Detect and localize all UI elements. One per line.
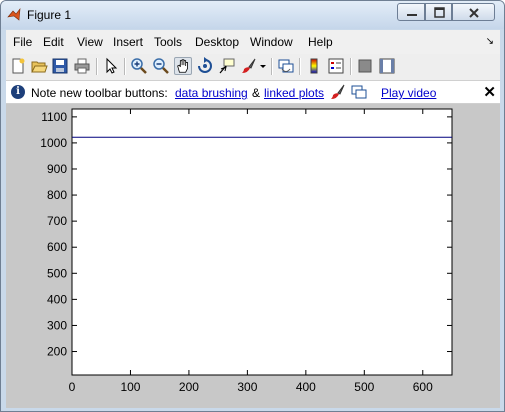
close-icon [469,8,479,18]
insert-colorbar-icon[interactable] [305,57,323,75]
menu-insert[interactable]: Insert [113,35,143,49]
edit-plot-arrow-icon[interactable] [102,57,120,75]
y-tick-label: 1000 [40,136,67,150]
zoom-in-icon[interactable] [130,57,148,75]
window-title: Figure 1 [27,8,72,22]
toolbar-separator [350,58,352,75]
y-tick-label: 1100 [41,110,67,124]
info-note-text: Note new toolbar buttons: [31,86,168,100]
restore-button[interactable] [425,3,452,21]
menu-file[interactable]: File [13,35,32,49]
minimize-icon [407,14,417,16]
hide-plot-tools-icon[interactable] [356,57,374,75]
y-tick-label: 400 [47,292,67,306]
x-tick-label: 100 [120,380,140,394]
toolbar-separator [124,58,126,75]
y-tick-label: 700 [47,214,67,228]
info-brush-icon [331,84,345,99]
show-plot-tools-icon[interactable] [378,57,396,75]
y-tick-label: 200 [47,345,67,359]
toolbar-separator [299,58,301,75]
x-tick-label: 0 [69,380,76,394]
y-tick-label: 600 [47,240,67,254]
info-link-plot-icon [351,85,367,99]
menu-desktop[interactable]: Desktop [195,35,239,49]
brush-icon[interactable] [240,57,258,75]
menu-tools[interactable]: Tools [154,35,182,49]
menu-edit[interactable]: Edit [43,35,64,49]
x-tick-label: 200 [179,380,199,394]
title-bar[interactable]: Figure 1 [1,1,504,29]
data-cursor-icon[interactable] [218,57,236,75]
new-figure-icon[interactable] [9,57,27,75]
axes-background[interactable] [71,108,453,376]
open-file-icon[interactable] [30,57,48,75]
info-icon: i [11,85,25,99]
close-info-bar-button[interactable]: ✕ [483,83,496,101]
y-tick-label: 900 [47,162,67,176]
info-ampersand: & [252,86,261,100]
x-tick-label: 400 [296,380,316,394]
y-tick-label: 500 [47,266,67,280]
save-figure-icon[interactable] [51,57,69,75]
menu-bar: File Edit View Insert Tools Desktop Wind… [6,30,500,55]
toolbar-separator [271,58,273,75]
rotate-3d-icon[interactable] [196,57,214,75]
restore-icon [434,7,445,18]
play-video-link[interactable]: Play video [381,86,436,100]
brush-dropdown-icon[interactable] [258,57,268,75]
figure-toolbar [6,54,500,81]
minimize-button[interactable] [397,3,425,21]
figure-window: Figure 1 File Edit View Insert Tools Des… [0,0,505,412]
x-tick-label: 600 [413,380,433,394]
zoom-out-icon[interactable] [152,57,170,75]
menu-help[interactable]: Help [308,35,333,49]
linked-plots-link[interactable]: linked plots [264,86,324,100]
toolbar-separator [96,58,98,75]
close-window-button[interactable] [452,3,495,21]
dock-arrow-icon[interactable]: ↘ [486,36,494,47]
y-tick-label: 800 [47,188,67,202]
figure-client-area: File Edit View Insert Tools Desktop Wind… [6,30,500,408]
link-plot-icon[interactable] [277,57,295,75]
x-tick-label: 300 [237,380,257,394]
y-tick-label: 300 [47,318,67,332]
figure-canvas[interactable]: 200 300 400 500 600 700 800 900 1000 1100 0 100 200… [6,103,500,408]
insert-legend-icon[interactable] [327,57,345,75]
pan-hand-icon[interactable] [174,57,192,75]
menu-window[interactable]: Window [250,35,293,49]
print-figure-icon[interactable] [73,57,91,75]
x-tick-label: 500 [354,380,374,394]
info-bar: i Note new toolbar buttons: data brushin… [6,81,500,104]
data-brushing-link[interactable]: data brushing [175,86,248,100]
menu-view[interactable]: View [77,35,103,49]
matlab-logo-icon [7,8,21,21]
